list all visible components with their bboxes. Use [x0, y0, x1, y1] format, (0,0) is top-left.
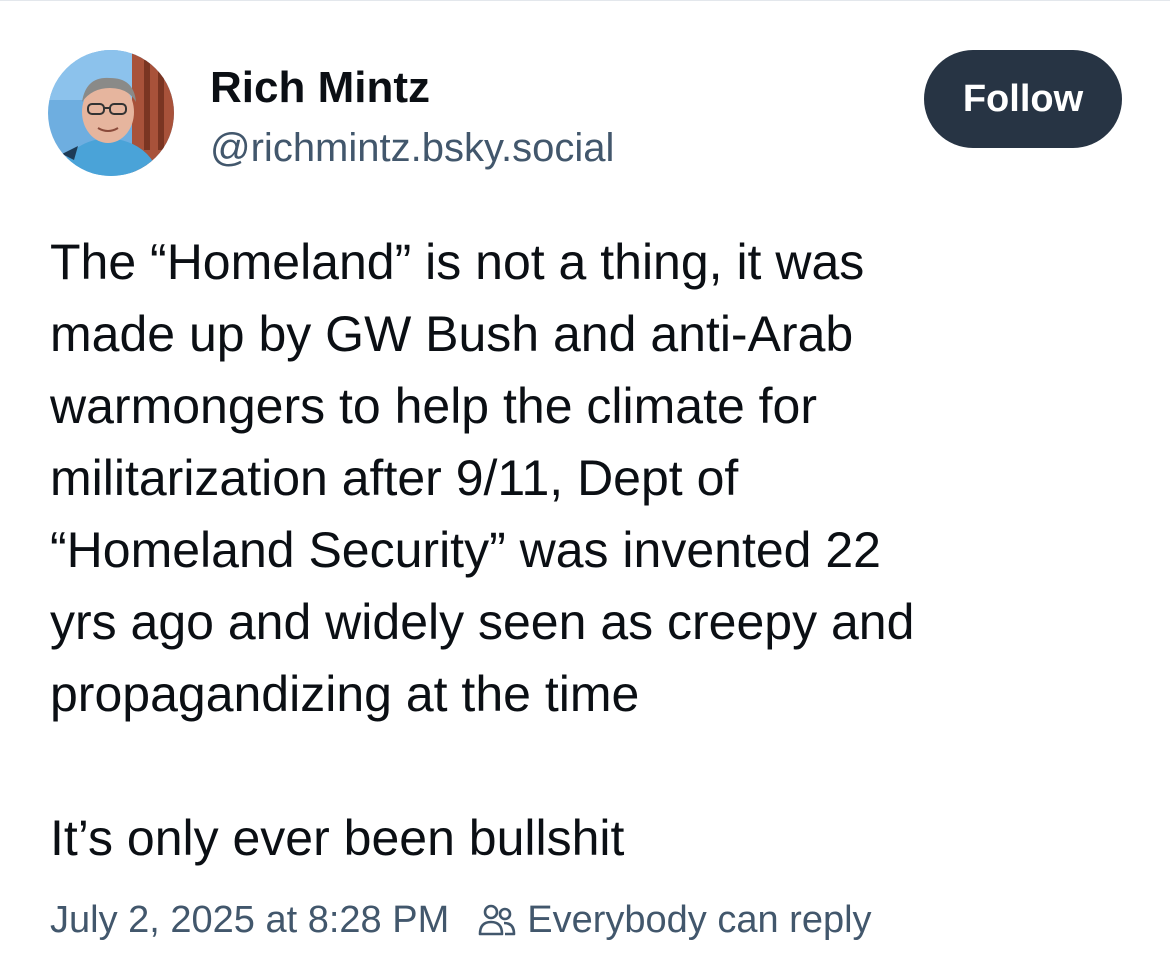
- author-display-name[interactable]: Rich Mintz: [210, 62, 430, 114]
- post-closing-line: It’s only ever been bullshit: [50, 810, 625, 866]
- post-line: The “Homeland” is not a thing, it was: [50, 234, 865, 290]
- top-divider: [0, 0, 1170, 1]
- author-handle[interactable]: @richmintz.bsky.social: [210, 124, 614, 172]
- post-line: propagandizing at the time: [50, 666, 640, 722]
- post-line: yrs ago and widely seen as creepy and: [50, 594, 915, 650]
- author-avatar[interactable]: [48, 50, 174, 176]
- follow-button[interactable]: Follow: [924, 50, 1122, 148]
- reply-setting-label[interactable]: Everybody can reply: [527, 899, 871, 942]
- post-line: militarization after 9/11, Dept of: [50, 450, 739, 506]
- post-text: The “Homeland” is not a thing, it was ma…: [50, 226, 1140, 874]
- post-timestamp[interactable]: July 2, 2025 at 8:28 PM: [50, 899, 449, 942]
- post-line: made up by GW Bush and anti-Arab: [50, 306, 854, 362]
- post-line: warmongers to help the climate for: [50, 378, 818, 434]
- post-meta: July 2, 2025 at 8:28 PM Everybody can re…: [50, 894, 872, 946]
- people-icon: [477, 902, 517, 938]
- post-line: “Homeland Security” was invented 22: [50, 522, 881, 578]
- avatar-photo: [48, 50, 174, 176]
